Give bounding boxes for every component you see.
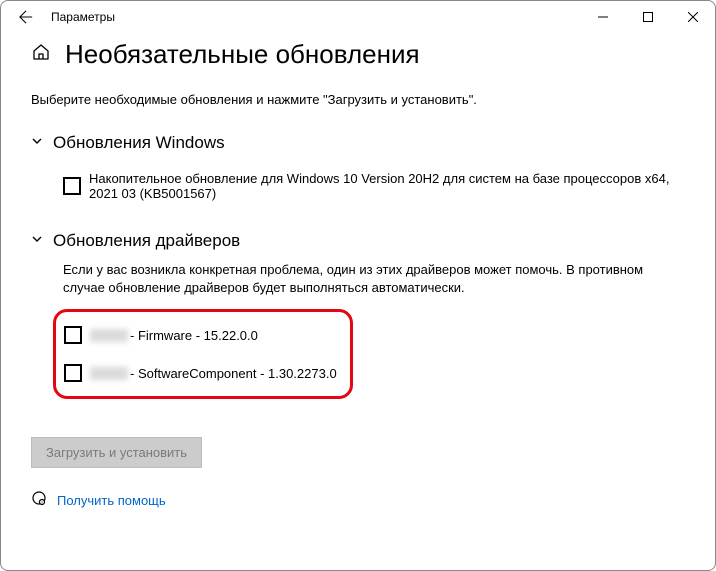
help-icon: ? [31, 490, 47, 511]
section-drivers-desc: Если у вас возникла конкретная проблема,… [63, 261, 685, 297]
titlebar: Параметры [1, 1, 715, 33]
section-drivers-header[interactable]: Обновления драйверов [31, 231, 685, 251]
help-row: ? Получить помощь [31, 490, 685, 511]
page-title: Необязательные обновления [65, 39, 420, 70]
chevron-down-icon [31, 134, 43, 152]
maximize-icon [643, 12, 653, 22]
arrow-left-icon [19, 10, 33, 24]
chevron-down-icon [31, 232, 43, 250]
section-windows-updates: Обновления Windows Накопительное обновле… [31, 133, 685, 209]
download-install-button[interactable]: Загрузить и установить [31, 437, 202, 468]
close-button[interactable] [670, 1, 715, 33]
update-label: - SoftwareComponent - 1.30.2273.0 [130, 366, 337, 381]
update-checkbox[interactable] [64, 326, 82, 344]
vendor-redacted [90, 329, 128, 342]
update-item: - Firmware - 15.22.0.0 [64, 316, 342, 354]
header-row: Необязательные обновления [31, 39, 685, 70]
update-checkbox[interactable] [64, 364, 82, 382]
minimize-button[interactable] [580, 1, 625, 33]
section-drivers-body: Если у вас возникла конкретная проблема,… [31, 261, 685, 399]
instruction-text: Выберите необходимые обновления и нажмит… [31, 92, 685, 107]
highlight-annotation: - Firmware - 15.22.0.0 - SoftwareCompone… [53, 309, 353, 399]
get-help-link[interactable]: Получить помощь [57, 493, 166, 508]
home-icon[interactable] [31, 42, 51, 67]
section-driver-updates: Обновления драйверов Если у вас возникла… [31, 231, 685, 399]
back-button[interactable] [15, 6, 37, 28]
update-checkbox[interactable] [63, 177, 81, 195]
update-label: - Firmware - 15.22.0.0 [130, 328, 258, 343]
update-item: - SoftwareComponent - 1.30.2273.0 [64, 354, 342, 392]
update-item: Накопительное обновление для Windows 10 … [63, 163, 685, 209]
update-label: Накопительное обновление для Windows 10 … [89, 171, 685, 201]
vendor-redacted [90, 367, 128, 380]
section-windows-title: Обновления Windows [53, 133, 225, 153]
maximize-button[interactable] [625, 1, 670, 33]
close-icon [688, 12, 698, 22]
section-windows-body: Накопительное обновление для Windows 10 … [31, 163, 685, 209]
section-drivers-title: Обновления драйверов [53, 231, 240, 251]
section-windows-header[interactable]: Обновления Windows [31, 133, 685, 153]
minimize-icon [598, 12, 608, 22]
content: Необязательные обновления Выберите необх… [1, 33, 715, 531]
window-title: Параметры [51, 10, 115, 24]
